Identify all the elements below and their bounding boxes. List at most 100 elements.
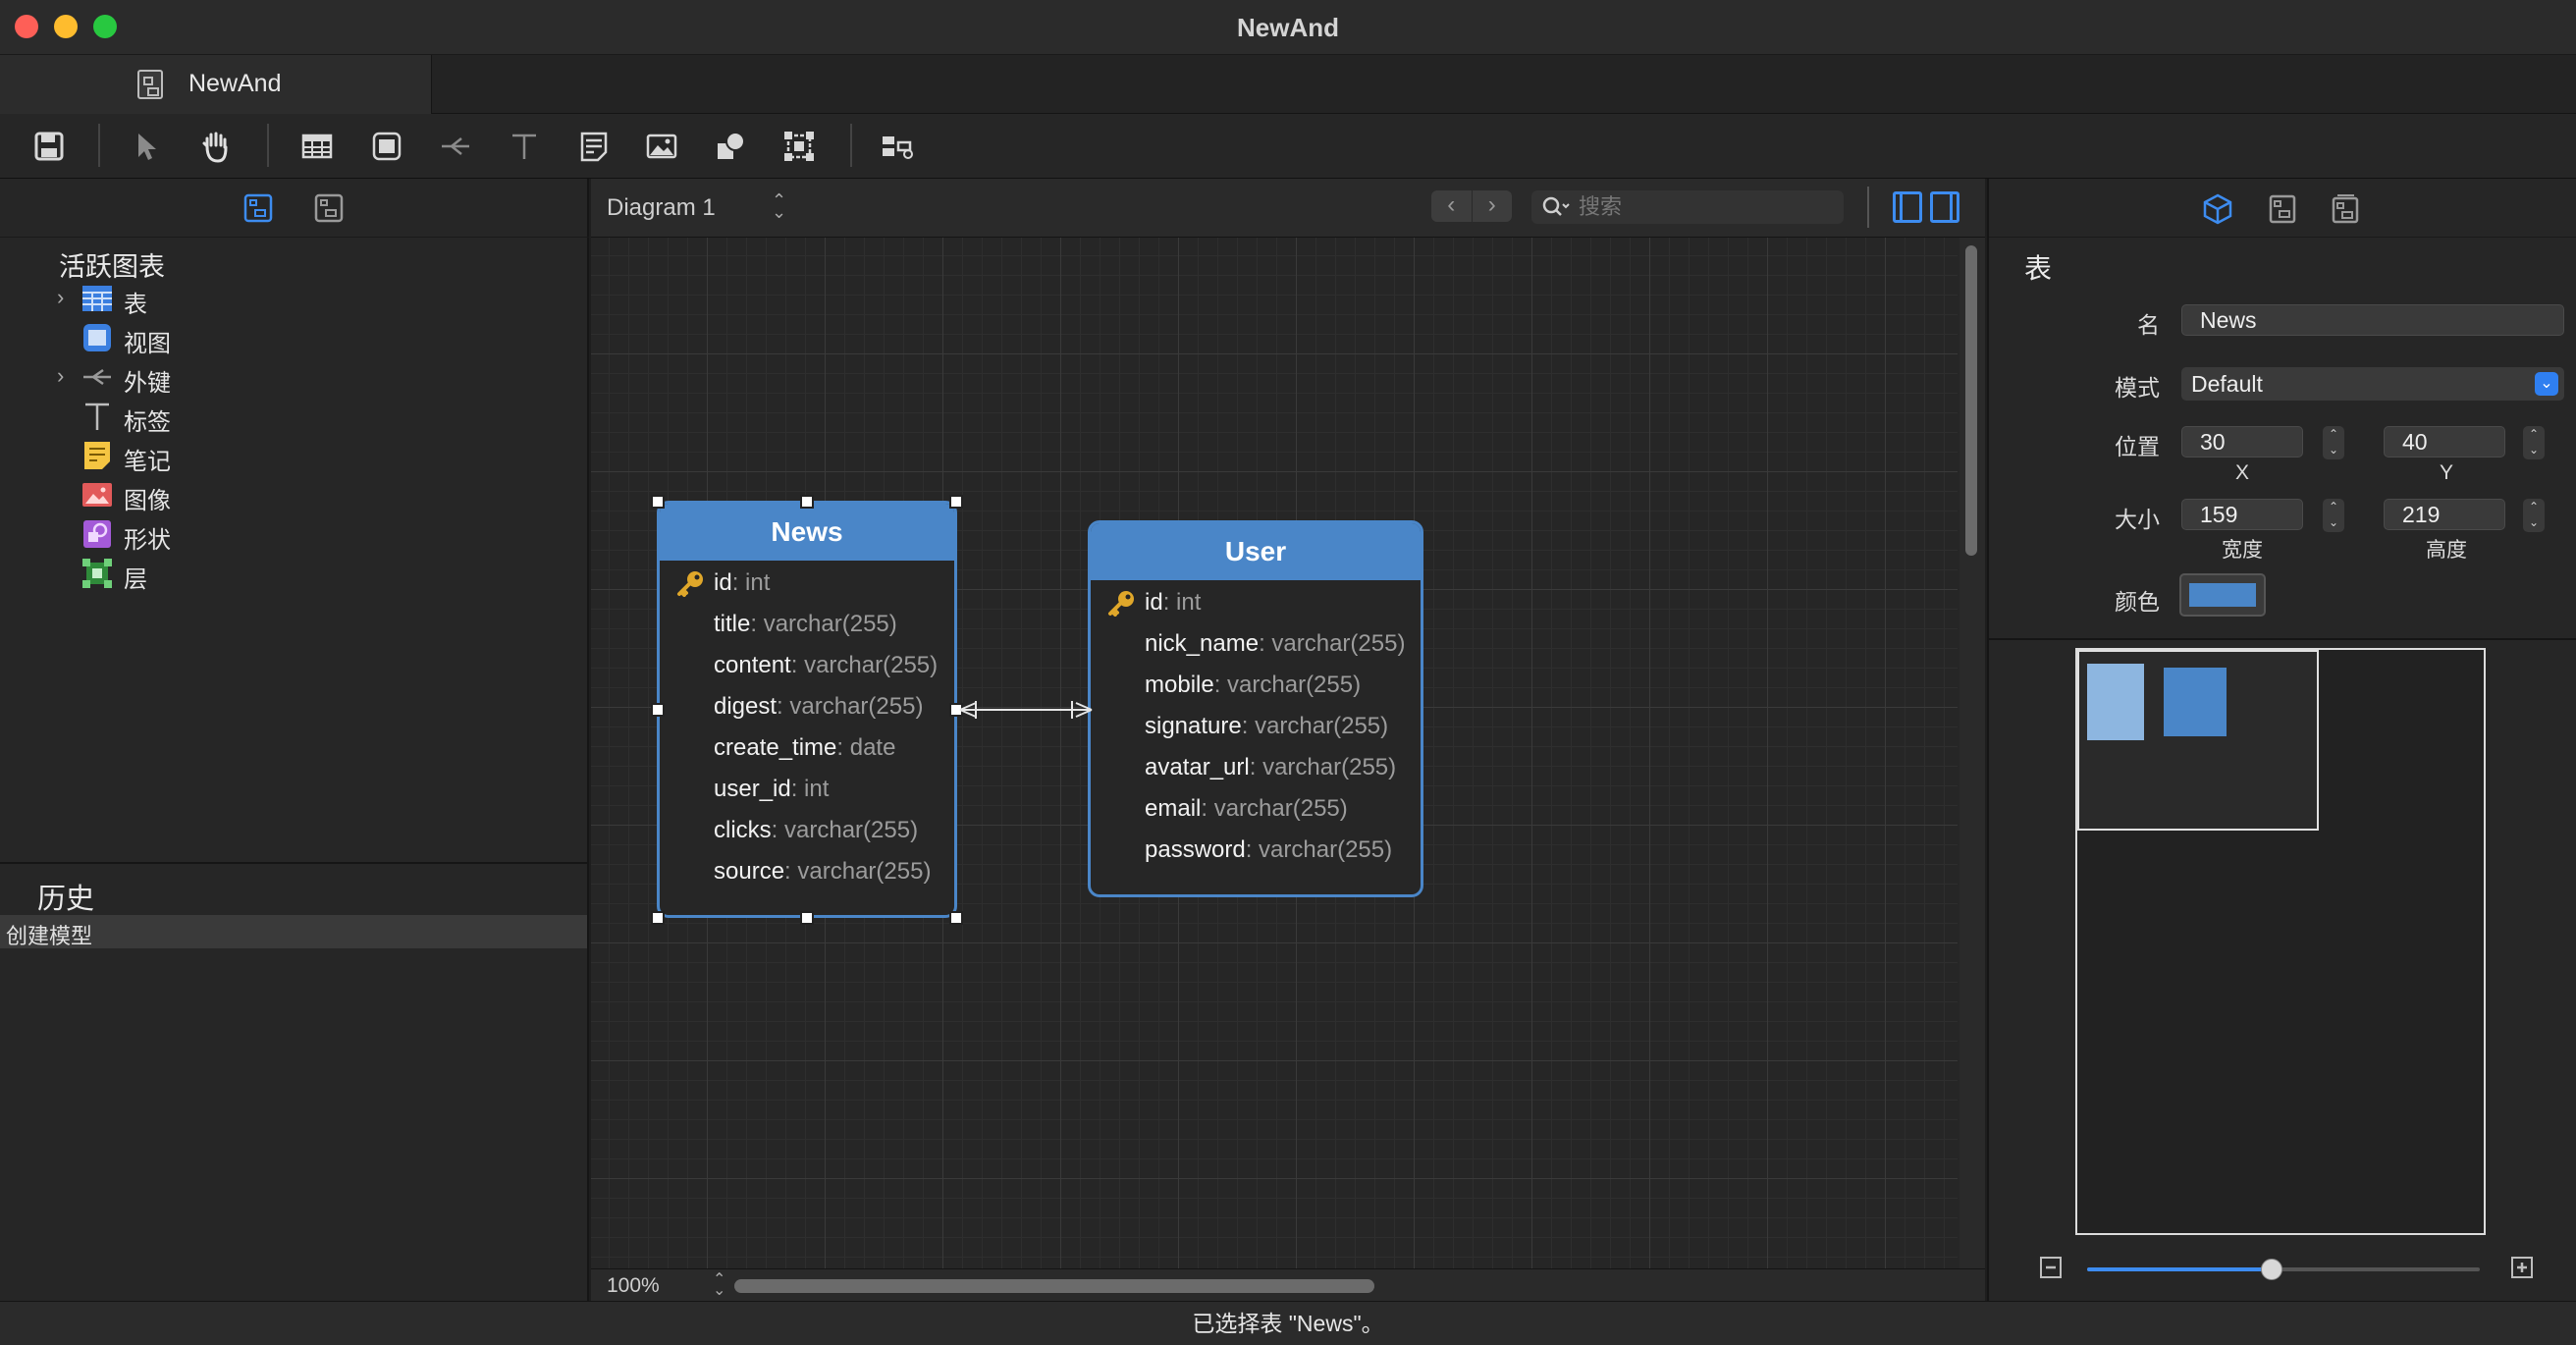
entity-field-row[interactable]: digest: varchar(255) [714,687,923,726]
add-layer-button[interactable] [779,127,819,166]
zoom-selector[interactable]: 100% ⌃ ⌄ [607,1272,725,1299]
y-stepper[interactable]: ⌃ ⌄ [2523,426,2545,459]
horizontal-scrollbar[interactable] [734,1279,1374,1293]
zoom-slider-knob[interactable] [2261,1259,2282,1280]
auto-arrange-button[interactable] [878,127,917,166]
tab-object-inspector[interactable] [2201,192,2234,226]
tree-item-views[interactable]: 视图 [0,318,589,357]
entity-user[interactable]: User id: int nick_name: varchar(255) mobil… [1088,520,1423,897]
width-label: 宽度 [2222,539,2263,562]
tab-model-inspector[interactable] [2329,192,2362,226]
entity-field-row[interactable]: create_time: date [714,728,895,768]
chevron-right-icon[interactable]: › [57,285,64,310]
zoom-out-icon[interactable] [2038,1255,2064,1280]
width-stepper[interactable]: ⌃ ⌄ [2323,499,2344,532]
forward-button[interactable]: › [1471,190,1513,222]
tab-newand[interactable]: NewAnd [0,55,432,114]
x-field[interactable]: 30 [2181,426,2303,457]
width-field[interactable]: 159 [2181,499,2303,530]
add-label-button[interactable] [505,127,544,166]
tree-item-layers[interactable]: 层 [0,554,589,593]
add-view-button[interactable] [367,127,406,166]
resize-handle-sw[interactable] [651,911,665,925]
resize-handle-n[interactable] [800,495,814,509]
entity-field-row[interactable]: email: varchar(255) [1145,789,1348,829]
x-stepper[interactable]: ⌃ ⌄ [2323,426,2344,459]
entity-field-row[interactable]: mobile: varchar(255) [1145,666,1361,705]
tree-item-tables[interactable]: › 表 [0,279,589,318]
entity-field-row[interactable]: avatar_url: varchar(255) [1145,748,1396,787]
search-field[interactable] [1531,190,1844,224]
view-icon [372,132,402,161]
tab-diagram-inspector[interactable] [2266,192,2299,226]
image-icon [82,483,112,507]
entity-field-row[interactable]: clicks: varchar(255) [714,811,918,850]
entity-field-row[interactable]: password: varchar(255) [1145,831,1392,870]
search-input[interactable] [1579,192,1834,222]
resize-handle-ne[interactable] [949,495,963,509]
color-well[interactable] [2179,573,2266,617]
tree-item-label: 笔记 [124,449,171,475]
overview-viewport[interactable] [2077,650,2319,831]
diagram-overview-map[interactable] [2075,648,2486,1235]
view-icon [83,324,111,351]
add-image-button[interactable] [642,127,681,166]
resize-handle-w[interactable] [651,703,665,717]
height-field[interactable]: 219 [2384,499,2505,530]
vertical-scrollbar[interactable] [1959,238,1985,1268]
add-foreign-key-button[interactable] [436,127,475,166]
updown-chevron-icon: ⌃ ⌄ [713,1271,726,1299]
entity-field-row[interactable]: id: int [677,564,771,603]
foreign-key-icon [442,137,469,155]
add-table-button[interactable] [297,127,337,166]
tree-item-shapes[interactable]: 形状 [0,514,589,554]
zoom-slider-fill [2087,1267,2272,1271]
entity-news[interactable]: News id: int title: varchar(255) content: … [657,501,957,918]
add-note-button[interactable] [574,127,614,166]
resize-handle-s[interactable] [800,911,814,925]
toggle-right-panel-button[interactable] [1930,191,1959,223]
diagram-grid[interactable]: News id: int title: varchar(255) content: … [591,238,1958,1268]
toolbar-separator [850,124,852,167]
schema-select[interactable]: Default ⌄ [2181,367,2564,401]
entity-field-row[interactable]: signature: varchar(255) [1145,707,1388,746]
name-field[interactable]: News [2181,304,2564,336]
zoom-in-icon[interactable] [2509,1255,2535,1280]
select-tool-button[interactable] [126,127,165,166]
hand-tool-button[interactable] [196,127,236,166]
entity-field-row[interactable]: title: varchar(255) [714,605,897,644]
tab-objects[interactable] [242,192,274,224]
entity-field-row[interactable]: source: varchar(255) [714,852,931,891]
save-button[interactable] [29,127,69,166]
tree-item-foreign-keys[interactable]: › 外键 [0,357,589,397]
size-label: 大小 [2115,507,2160,532]
field-type: : int [731,569,771,596]
zoom-slider[interactable] [2087,1259,2480,1280]
model-document-icon [137,70,163,99]
name-label: 名 [2137,312,2160,338]
entity-field-row[interactable]: id: int [1108,583,1201,622]
entity-title: User [1091,523,1421,580]
scroll-thumb[interactable] [1965,245,1977,556]
y-field[interactable]: 40 [2384,426,2505,457]
add-shape-button[interactable] [711,127,750,166]
entity-field-row[interactable]: nick_name: varchar(255) [1145,624,1405,664]
shape-icon [718,132,745,159]
chevron-right-icon[interactable]: › [57,363,64,389]
back-button[interactable]: ‹ [1431,190,1472,222]
height-stepper[interactable]: ⌃ ⌄ [2523,499,2545,532]
diagram-selector[interactable]: Diagram 1 ⌃ ⌄ [607,191,786,222]
resize-handle-se[interactable] [949,911,963,925]
tree-item-labels[interactable]: 标签 [0,397,589,436]
resize-handle-nw[interactable] [651,495,665,509]
field-name: email [1145,795,1202,822]
tree-item-images[interactable]: 图像 [0,475,589,514]
tree-item-notes[interactable]: 笔记 [0,436,589,475]
entity-field-row[interactable]: user_id: int [714,770,829,809]
tab-properties[interactable] [313,192,345,224]
history-item[interactable]: 创建模型 [0,915,587,948]
entity-field-row[interactable]: content: varchar(255) [714,646,938,685]
header-separator [1867,187,1869,228]
toggle-left-panel-button[interactable] [1893,191,1922,223]
relationship-line[interactable] [954,695,1098,725]
